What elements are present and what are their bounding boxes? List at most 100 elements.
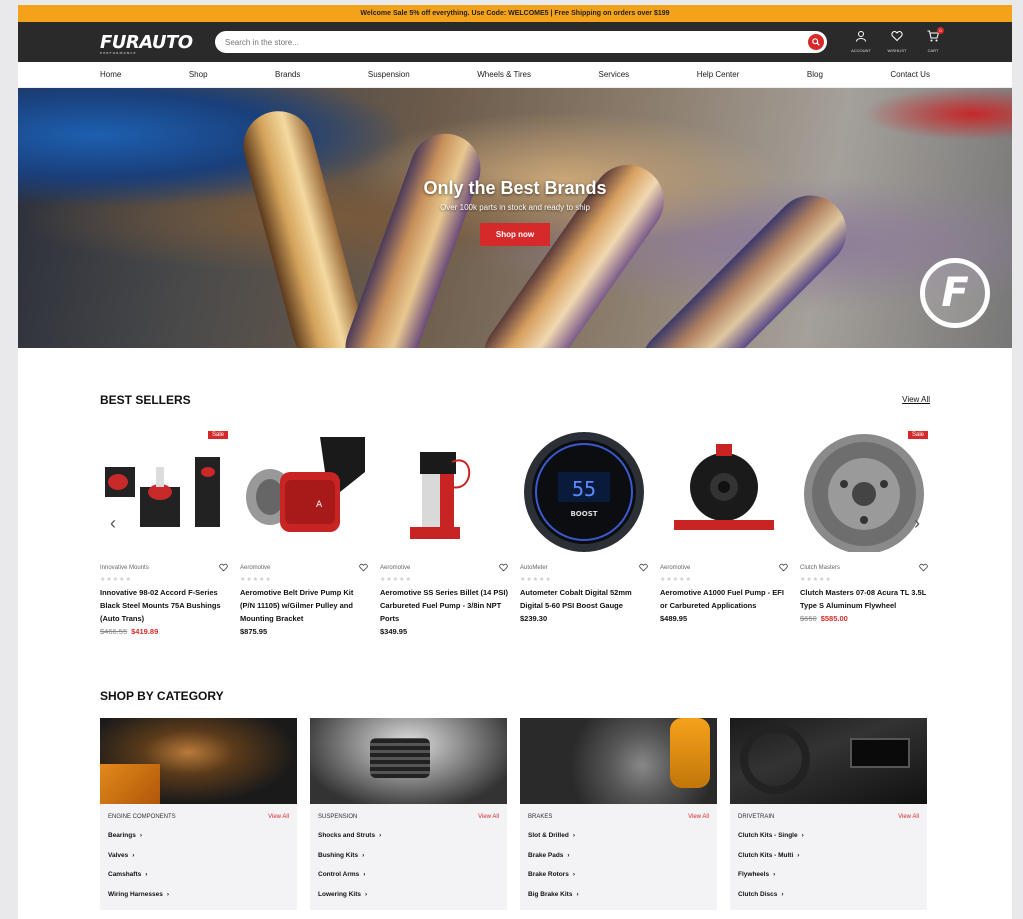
svg-text:A: A bbox=[316, 500, 323, 510]
nav-brands[interactable]: Brands bbox=[275, 70, 300, 79]
category-link[interactable]: Lowering Kits › bbox=[318, 885, 499, 905]
wishlist-heart-icon[interactable] bbox=[779, 563, 788, 572]
category-view-all[interactable]: View All bbox=[478, 814, 499, 820]
chevron-right-icon: › bbox=[362, 851, 365, 859]
nav-home[interactable]: Home bbox=[100, 70, 121, 79]
category-link-label: Shocks and Struts bbox=[318, 832, 376, 840]
old-price: $466.55 bbox=[100, 627, 128, 636]
account-button[interactable]: ACCOUNT bbox=[848, 29, 874, 53]
category-links: Slot & Drilled › Brake Pads › Brake Rotors… bbox=[520, 820, 717, 910]
category-link-label: Wiring Harnesses bbox=[108, 890, 163, 898]
category-link[interactable]: Clutch Discs › bbox=[738, 885, 919, 905]
old-price: $650 bbox=[800, 614, 817, 623]
search-button[interactable] bbox=[808, 34, 824, 50]
product-image[interactable]: A bbox=[240, 427, 368, 557]
cart-button[interactable]: 0 CART bbox=[920, 27, 946, 53]
category-link[interactable]: Shocks and Struts › bbox=[318, 826, 499, 846]
nav-blog[interactable]: Blog bbox=[807, 70, 823, 79]
nav-help-center[interactable]: Help Center bbox=[697, 70, 740, 79]
carousel-next-arrow[interactable]: › bbox=[914, 513, 920, 534]
price: $489.95 bbox=[660, 614, 688, 623]
category-link[interactable]: Brake Rotors › bbox=[528, 865, 709, 885]
wishlist-heart-icon[interactable] bbox=[219, 563, 228, 572]
product-name[interactable]: Autometer Cobalt Digital 52mm Digital 5-… bbox=[520, 586, 648, 612]
category-link[interactable]: Wiring Harnesses › bbox=[108, 885, 289, 905]
category-view-all[interactable]: View All bbox=[268, 814, 289, 820]
product-image[interactable]: Sale bbox=[100, 427, 228, 557]
category-link[interactable]: Slot & Drilled › bbox=[528, 826, 709, 846]
category-link-label: Clutch Discs bbox=[738, 890, 778, 898]
a1000-fuel-pump-image bbox=[674, 444, 774, 530]
category-image[interactable] bbox=[310, 718, 507, 804]
wishlist-heart-icon[interactable] bbox=[639, 563, 648, 572]
category-card: DRIVETRAIN View All Clutch Kits - Single ›… bbox=[730, 718, 927, 910]
rating-stars: ★★★★★ bbox=[520, 577, 552, 583]
wishlist-heart-icon[interactable] bbox=[499, 563, 508, 572]
wishlist-button[interactable]: WISHLIST bbox=[884, 29, 910, 53]
product-brand: Aeromotive bbox=[380, 564, 411, 571]
category-link[interactable]: Clutch Kits - Multi › bbox=[738, 846, 919, 866]
best-sellers-view-all[interactable]: View All bbox=[902, 395, 930, 404]
category-link-label: Lowering Kits bbox=[318, 890, 361, 898]
product-image[interactable]: Sale bbox=[800, 427, 928, 557]
product-card[interactable]: A Aeromotive ★★★★★ Aeromotive Belt Drive… bbox=[240, 427, 368, 636]
hero-subtitle: Over 100k parts in stock and ready to sh… bbox=[440, 203, 590, 212]
logo-text: FURAUTO bbox=[100, 32, 193, 53]
carousel-prev-arrow[interactable]: ‹ bbox=[110, 513, 116, 534]
category-link[interactable]: Flywheels › bbox=[738, 865, 919, 885]
product-brand-row: Aeromotive bbox=[240, 563, 368, 572]
search-bar bbox=[215, 31, 827, 53]
product-image[interactable] bbox=[660, 427, 788, 557]
category-image[interactable] bbox=[100, 718, 297, 804]
category-link-label: Control Arms bbox=[318, 871, 360, 879]
product-name[interactable]: Aeromotive A1000 Fuel Pump - EFI or Carb… bbox=[660, 586, 788, 612]
category-link[interactable]: Valves › bbox=[108, 846, 289, 866]
category-link[interactable]: Control Arms › bbox=[318, 865, 499, 885]
category-link[interactable]: Brake Pads › bbox=[528, 846, 709, 866]
category-card: SUSPENSION View All Shocks and Struts › Bu… bbox=[310, 718, 507, 910]
category-link[interactable]: Clutch Kits - Single › bbox=[738, 826, 919, 846]
flywheel-image bbox=[804, 434, 924, 552]
product-name[interactable]: Aeromotive Belt Drive Pump Kit (P/N 1110… bbox=[240, 586, 368, 625]
category-link[interactable]: Bearings › bbox=[108, 826, 289, 846]
category-link-label: Bushing Kits bbox=[318, 851, 359, 859]
search-input[interactable] bbox=[225, 31, 795, 53]
category-name: ENGINE COMPONENTS bbox=[108, 814, 176, 820]
nav-services[interactable]: Services bbox=[599, 70, 630, 79]
category-view-all[interactable]: View All bbox=[898, 814, 919, 820]
wishlist-heart-icon[interactable] bbox=[919, 563, 928, 572]
category-view-all[interactable]: View All bbox=[688, 814, 709, 820]
wishlist-heart-icon[interactable] bbox=[359, 563, 368, 572]
page: Welcome Sale 5% off everything. Use Code… bbox=[18, 5, 1012, 919]
category-link[interactable]: Bushing Kits › bbox=[318, 846, 499, 866]
chevron-right-icon: › bbox=[572, 832, 575, 840]
user-icon bbox=[856, 31, 866, 42]
nav-contact-us[interactable]: Contact Us bbox=[890, 70, 930, 79]
product-name[interactable]: Innovative 98-02 Accord F-Series Black S… bbox=[100, 586, 228, 625]
product-image[interactable]: 55 BOOST bbox=[520, 427, 648, 557]
product-card[interactable]: Aeromotive ★★★★★ Aeromotive A1000 Fuel P… bbox=[660, 427, 788, 636]
product-name[interactable]: Clutch Masters 07-08 Acura TL 3.5L Type … bbox=[800, 586, 928, 612]
category-image[interactable] bbox=[520, 718, 717, 804]
product-card[interactable]: 55 BOOST AutoMeter ★★★★★ Autometer Cobal… bbox=[520, 427, 648, 636]
product-image[interactable] bbox=[380, 427, 508, 557]
nav-wheels-tires[interactable]: Wheels & Tires bbox=[477, 70, 531, 79]
category-links: Bearings › Valves › Camshafts › Wiring Harn… bbox=[100, 820, 297, 910]
product-price: $650 $585.00 bbox=[800, 614, 928, 623]
site-logo[interactable]: FURAUTO PERFORMANCE bbox=[100, 32, 193, 55]
product-card[interactable]: Aeromotive ★★★★★ Aeromotive SS Series Bi… bbox=[380, 427, 508, 636]
coil-spring-detail bbox=[370, 738, 430, 778]
wishlist-label: WISHLIST bbox=[887, 48, 907, 53]
nav-shop[interactable]: Shop bbox=[189, 70, 208, 79]
product-card[interactable]: Sale Innovative Mounts ★★★★★ Innovative … bbox=[100, 427, 228, 636]
shop-now-button[interactable]: Shop now bbox=[479, 223, 551, 246]
hero-title: Only the Best Brands bbox=[423, 178, 607, 198]
category-image[interactable] bbox=[730, 718, 927, 804]
product-name[interactable]: Aeromotive SS Series Billet (14 PSI) Car… bbox=[380, 586, 508, 625]
product-card[interactable]: Sale Clutch Masters ★★★★★ Clutch Masters… bbox=[800, 427, 928, 636]
category-link[interactable]: Big Brake Kits › bbox=[528, 885, 709, 905]
nav-suspension[interactable]: Suspension bbox=[368, 70, 410, 79]
chevron-right-icon: › bbox=[781, 890, 784, 898]
category-link[interactable]: Camshafts › bbox=[108, 865, 289, 885]
product-brand: AutoMeter bbox=[520, 564, 548, 571]
